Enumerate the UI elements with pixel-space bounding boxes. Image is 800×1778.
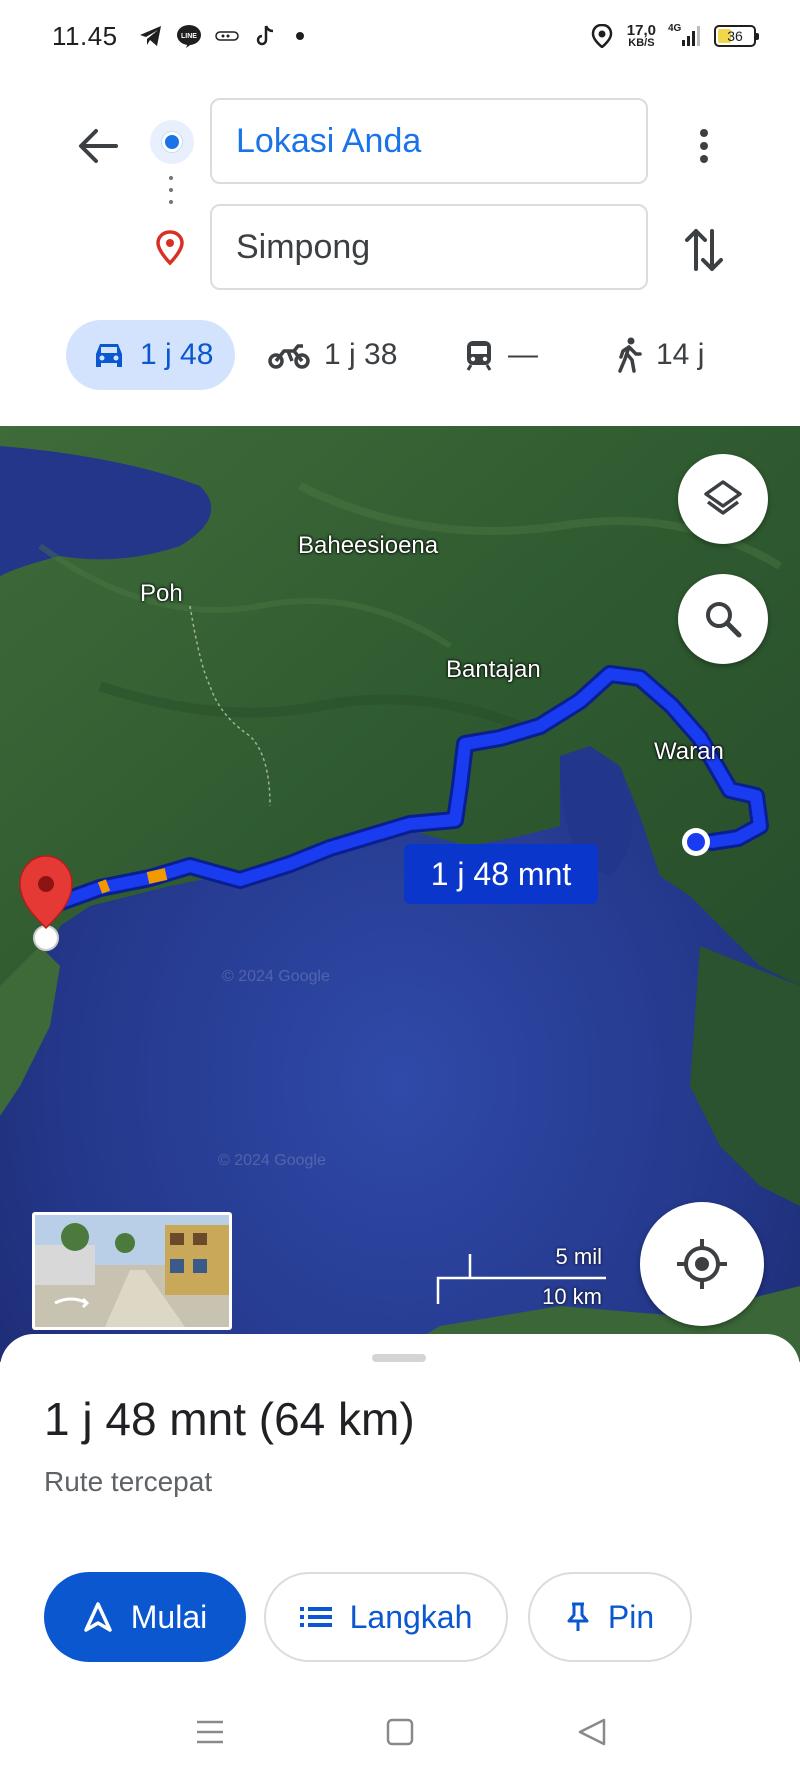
recent-apps-button[interactable]	[190, 1712, 230, 1752]
battery-level: 36	[727, 28, 743, 44]
layers-button[interactable]	[678, 454, 768, 544]
net-speed: 17,0 KB/S	[627, 23, 656, 49]
more-options-button[interactable]	[680, 118, 728, 174]
mode-motorcycle-tab[interactable]: 1 j 38	[268, 320, 397, 390]
destination-input[interactable]: Simpong	[210, 204, 648, 290]
swap-vertical-icon	[685, 229, 723, 271]
list-icon	[299, 1607, 332, 1627]
telegram-icon	[138, 23, 164, 49]
mode-transit-label: —	[508, 338, 538, 371]
net-speed-value: 17,0	[626, 22, 656, 39]
signal-icon: 4G	[668, 23, 702, 49]
more-vert-icon	[700, 129, 708, 163]
menu-icon	[197, 1720, 223, 1744]
navigation-arrow-icon	[84, 1602, 112, 1632]
origin-dot-icon	[150, 120, 194, 164]
map-label-poh: Poh	[140, 580, 183, 607]
my-location-button[interactable]	[640, 1202, 764, 1326]
destination-pin-icon	[154, 230, 186, 271]
walk-icon	[618, 337, 642, 373]
system-back-button[interactable]	[572, 1712, 612, 1752]
steps-button[interactable]: Langkah	[264, 1572, 508, 1662]
svg-text:LINE: LINE	[181, 33, 197, 40]
battery-icon: 36	[714, 25, 759, 47]
origin-input[interactable]: Lokasi Anda	[210, 98, 648, 184]
back-button[interactable]	[72, 120, 124, 172]
my-location-icon	[677, 1239, 727, 1289]
square-icon	[386, 1718, 414, 1746]
status-time: 11.45	[52, 20, 118, 51]
layers-icon	[704, 480, 742, 515]
network-type: 4G	[668, 23, 682, 34]
map-scale: 5 mil 10 km	[436, 1244, 606, 1324]
map-search-button[interactable]	[678, 574, 768, 664]
travel-modes: 1 j 48 1 j 38 — 14 j	[0, 318, 800, 392]
car-icon	[96, 344, 122, 367]
mode-walk-tab[interactable]: 14 j	[616, 320, 704, 390]
search-icon	[706, 602, 742, 638]
route-duration-badge[interactable]: 1 j 48 mnt	[404, 844, 598, 904]
tiktok-icon	[252, 23, 278, 49]
mode-motorcycle-label: 1 j 38	[324, 338, 398, 371]
map-watermark-2: © 2024 Google	[218, 1152, 326, 1169]
location-icon	[589, 23, 615, 49]
map-watermark: © 2024 Google	[222, 968, 330, 985]
map-label-bantajan: Bantajan	[446, 656, 541, 683]
map-label-waran: Waran	[654, 738, 724, 765]
route-connector	[169, 176, 173, 204]
directions-header: Lokasi Anda Simpong	[0, 90, 800, 300]
net-speed-unit: KB/S	[628, 37, 655, 49]
route-bottom-sheet: 1 j 48 mnt (64 km) Rute tercepat Mulai L…	[0, 1334, 800, 1750]
system-navigation-bar	[0, 1690, 800, 1778]
pin-button-label: Pin	[607, 1598, 655, 1635]
dana-icon	[214, 23, 240, 49]
pin-button[interactable]: Pin	[528, 1572, 692, 1662]
swap-button[interactable]	[678, 222, 730, 278]
route-summary: 1 j 48 mnt (64 km)	[44, 1393, 415, 1445]
map-view[interactable]: Baheesioena Poh Bantajan Waran © 2024 Go…	[0, 426, 800, 1362]
mode-transit-tab[interactable]: —	[464, 320, 538, 390]
home-button[interactable]	[380, 1712, 420, 1752]
mode-car-tab[interactable]: 1 j 48	[66, 320, 236, 390]
arrow-left-icon	[79, 129, 118, 163]
motorcycle-icon	[268, 344, 310, 369]
steps-button-label: Langkah	[349, 1598, 473, 1635]
notification-icons: LINE	[138, 23, 304, 49]
start-button[interactable]: Mulai	[44, 1572, 246, 1662]
train-icon	[466, 341, 492, 371]
triangle-back-icon	[578, 1718, 606, 1746]
pushpin-icon	[567, 1602, 589, 1631]
street-view-thumbnail[interactable]	[32, 1212, 232, 1330]
mode-car-label: 1 j 48	[140, 338, 214, 371]
status-bar: 11.45 LINE 17,0 KB/S 4G 36	[0, 0, 800, 72]
system-icons: 17,0 KB/S 4G 36	[589, 23, 759, 49]
line-icon: LINE	[176, 23, 202, 49]
map-label-baheesioena: Baheesioena	[298, 532, 439, 559]
route-description: Rute tercepat	[44, 1466, 213, 1497]
start-button-label: Mulai	[130, 1598, 208, 1635]
sheet-drag-handle[interactable]	[372, 1354, 426, 1362]
mode-walk-label: 14 j	[656, 338, 705, 371]
notification-dot	[295, 32, 304, 40]
